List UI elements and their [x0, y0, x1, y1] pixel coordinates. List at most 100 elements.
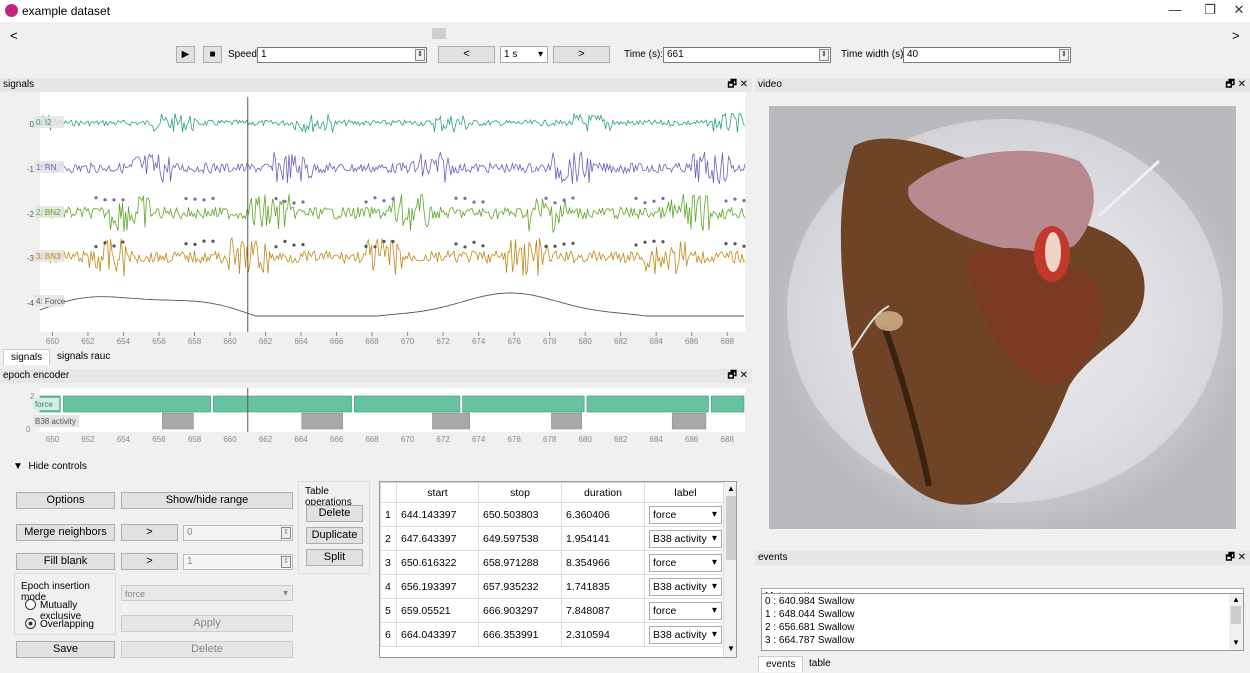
- dock-float-close-icon[interactable]: 🗗 ✕: [727, 369, 748, 383]
- scrollbar-thumb[interactable]: [726, 496, 736, 560]
- time-slider-handle[interactable]: [432, 28, 446, 39]
- cell-start[interactable]: 656.193397: [396, 574, 479, 599]
- cell-start[interactable]: 647.643397: [396, 526, 479, 551]
- scrollbar-thumb[interactable]: [1231, 606, 1241, 624]
- tab-table[interactable]: table: [802, 656, 838, 672]
- fill-spin-icon[interactable]: ⇕: [281, 556, 291, 568]
- cell-start[interactable]: 659.05521: [396, 598, 479, 623]
- cell-duration[interactable]: 7.848087: [561, 598, 645, 623]
- apply-button[interactable]: Apply: [121, 615, 293, 632]
- hide-controls-toggle[interactable]: ▼ Hide controls: [13, 461, 87, 472]
- merge-neighbors-button[interactable]: Merge neighbors: [16, 524, 115, 541]
- b38-epoch[interactable]: [162, 412, 194, 430]
- row-number[interactable]: 5: [380, 598, 397, 623]
- table-row[interactable]: 3 650.616322 658.971288 8.354966 force: [380, 550, 727, 575]
- scroll-up-icon[interactable]: ▲: [1232, 595, 1240, 604]
- play-button[interactable]: ▶: [176, 46, 195, 63]
- close-button[interactable]: ✕: [1224, 2, 1250, 20]
- b38-epoch[interactable]: [301, 412, 344, 430]
- label-dropdown[interactable]: B38 activity: [649, 577, 722, 596]
- row-number[interactable]: 4: [380, 574, 397, 599]
- force-epoch[interactable]: [462, 395, 585, 413]
- options-button[interactable]: Options: [16, 492, 115, 509]
- cell-label[interactable]: force: [644, 550, 727, 575]
- scroll-up-icon[interactable]: ▲: [727, 484, 735, 493]
- force-epoch[interactable]: [213, 395, 352, 413]
- label-dropdown[interactable]: B38 activity: [649, 625, 722, 644]
- cell-stop[interactable]: 658.971288: [478, 550, 562, 575]
- mutually-exclusive-radio[interactable]: [25, 599, 36, 610]
- delete-range-button[interactable]: Delete: [121, 641, 293, 658]
- cell-label[interactable]: B38 activity: [644, 526, 727, 551]
- step-forward-button[interactable]: >: [553, 46, 610, 63]
- cell-start[interactable]: 650.616322: [396, 550, 479, 575]
- dock-float-close-icon[interactable]: 🗗 ✕: [1225, 78, 1246, 92]
- table-row[interactable]: 2 647.643397 649.597538 1.954141 B38 activit…: [380, 526, 727, 551]
- minimize-button[interactable]: —: [1160, 2, 1190, 20]
- column-header-duration[interactable]: duration: [561, 482, 645, 503]
- table-row[interactable]: 5 659.05521 666.903297 7.848087 force: [380, 598, 727, 623]
- dock-float-close-icon[interactable]: 🗗 ✕: [727, 78, 748, 92]
- label-dropdown[interactable]: force: [649, 601, 722, 620]
- b38-epoch[interactable]: [671, 412, 707, 430]
- overlapping-radio[interactable]: [25, 618, 36, 629]
- time-input[interactable]: 661 ⇕: [663, 47, 831, 63]
- merge-gt-button[interactable]: >: [121, 524, 178, 541]
- speed-spin-icon[interactable]: ⇕: [415, 49, 425, 61]
- stop-button[interactable]: ■: [203, 46, 222, 63]
- cell-stop[interactable]: 657.935232: [478, 574, 562, 599]
- speed-input[interactable]: 1 ⇕: [257, 47, 427, 63]
- tab-events[interactable]: events: [758, 656, 804, 672]
- cell-start[interactable]: 664.043397: [396, 622, 479, 647]
- cell-duration[interactable]: 1.954141: [561, 526, 645, 551]
- list-item[interactable]: 2 : 656.681 Swallow: [762, 622, 1243, 635]
- force-epoch[interactable]: [710, 395, 745, 413]
- cell-stop[interactable]: 666.353991: [478, 622, 562, 647]
- row-number[interactable]: 1: [380, 502, 397, 527]
- scroll-left-arrow-icon[interactable]: <: [10, 28, 18, 43]
- table-row[interactable]: 4 656.193397 657.935232 1.741835 B38 activit…: [380, 574, 727, 599]
- list-item[interactable]: 0 : 640.984 Swallow: [762, 596, 1243, 609]
- fill-gt-button[interactable]: >: [121, 553, 178, 570]
- cell-label[interactable]: B38 activity: [644, 574, 727, 599]
- label-dropdown[interactable]: force: [649, 553, 722, 572]
- cell-start[interactable]: 644.143397: [396, 502, 479, 527]
- table-scrollbar[interactable]: ▲ ▼: [723, 482, 736, 657]
- force-epoch[interactable]: [354, 395, 461, 413]
- label-select[interactable]: force: [121, 585, 293, 602]
- epoch-plot[interactable]: 20forceB38 activity650 652 654 656 658 660 662…: [0, 384, 752, 446]
- cell-stop[interactable]: 666.903297: [478, 598, 562, 623]
- time-width-input[interactable]: 40 ⇕: [903, 47, 1071, 63]
- column-header-start[interactable]: start: [396, 482, 479, 503]
- save-button[interactable]: Save: [16, 641, 115, 658]
- epoch-table-view[interactable]: start stop duration label 1 644.143397 650…: [379, 481, 737, 658]
- duplicate-button[interactable]: Duplicate: [306, 527, 363, 544]
- show-hide-range-button[interactable]: Show/hide range: [121, 492, 293, 509]
- cell-duration[interactable]: 6.360406: [561, 502, 645, 527]
- tab-signals-rauc[interactable]: signals rauc: [50, 349, 117, 365]
- b38-epoch[interactable]: [432, 412, 470, 430]
- events-scrollbar[interactable]: ▲ ▼: [1229, 594, 1243, 650]
- row-number[interactable]: 2: [380, 526, 397, 551]
- row-number[interactable]: 6: [380, 622, 397, 647]
- signals-plot[interactable]: 0 0: I2 -1 1: RN -2 2: BN2 -3 3: BN3 -4 4: Force 6…: [0, 92, 752, 348]
- video-frame[interactable]: [769, 106, 1236, 529]
- cell-duration[interactable]: 2.310594: [561, 622, 645, 647]
- dock-float-close-icon[interactable]: 🗗 ✕: [1225, 551, 1246, 565]
- scroll-down-icon[interactable]: ▼: [727, 644, 735, 653]
- table-row[interactable]: 1 644.143397 650.503803 6.360406 force: [380, 502, 727, 527]
- fill-blank-button[interactable]: Fill blank: [16, 553, 115, 570]
- cell-label[interactable]: B38 activity: [644, 622, 727, 647]
- merge-threshold-input[interactable]: 0 ⇕: [183, 525, 293, 541]
- events-list[interactable]: 0 : 640.984 Swallow 1 : 648.044 Swallow 2 …: [761, 593, 1244, 651]
- cell-duration[interactable]: 1.741835: [561, 574, 645, 599]
- cell-duration[interactable]: 8.354966: [561, 550, 645, 575]
- table-row[interactable]: 6 664.043397 666.353991 2.310594 B38 activit…: [380, 622, 727, 647]
- scroll-right-arrow-icon[interactable]: >: [1232, 28, 1240, 43]
- force-epoch[interactable]: [586, 395, 709, 413]
- label-dropdown[interactable]: B38 activity: [649, 529, 722, 548]
- label-dropdown[interactable]: force: [649, 505, 722, 524]
- row-number[interactable]: 3: [380, 550, 397, 575]
- time-width-spin-icon[interactable]: ⇕: [1059, 49, 1069, 61]
- cell-label[interactable]: force: [644, 598, 727, 623]
